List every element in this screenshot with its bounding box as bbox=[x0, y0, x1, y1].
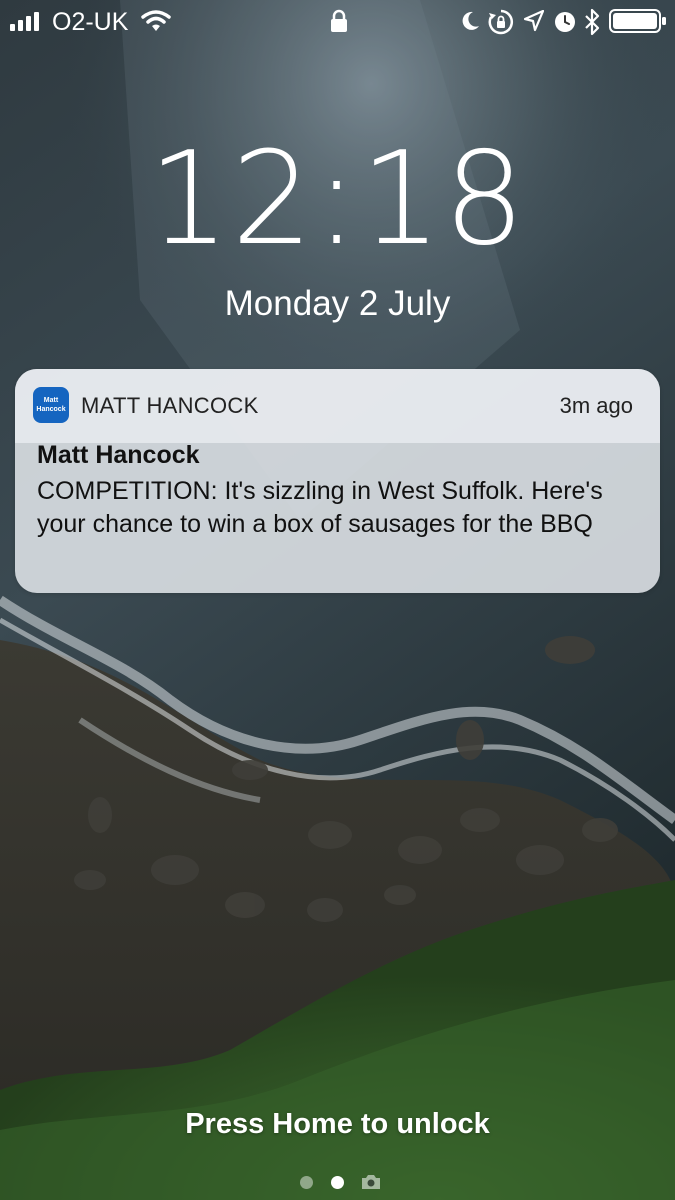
app-icon-text-line1: Matt bbox=[43, 397, 59, 404]
clock-time: 12:18 bbox=[148, 125, 527, 274]
status-bar: O2-UK bbox=[0, 0, 675, 44]
app-icon-text-line2: Hancock bbox=[36, 406, 66, 413]
notification-card[interactable]: Matt Hancock MATT HANCOCK 3m ago Matt Ha… bbox=[15, 369, 660, 593]
notification-app-name: MATT HANCOCK bbox=[81, 393, 259, 418]
carrier-name: O2-UK bbox=[52, 8, 129, 36]
moon-icon bbox=[462, 11, 479, 30]
notification-title: Matt Hancock bbox=[37, 441, 200, 469]
alarm-icon bbox=[555, 12, 575, 32]
wifi-icon bbox=[141, 10, 171, 31]
notification-body: COMPETITION: It's sizzling in West Suffo… bbox=[37, 477, 603, 538]
rotation-lock-icon bbox=[488, 9, 514, 35]
lock-icon bbox=[331, 9, 347, 32]
clock-date: Monday 2 July bbox=[224, 284, 451, 323]
notification-time: 3m ago bbox=[559, 393, 633, 418]
battery-icon bbox=[609, 9, 666, 33]
page-indicator[interactable] bbox=[0, 1173, 675, 1191]
unlock-hint: Press Home to unlock bbox=[185, 1108, 490, 1140]
bluetooth-icon bbox=[585, 8, 600, 36]
signal-icon bbox=[10, 12, 39, 31]
lock-screen: O2-UK 12:18 Monday 2 July Matt Hancock M… bbox=[0, 0, 675, 1200]
page-dot[interactable] bbox=[300, 1176, 313, 1189]
location-icon bbox=[524, 10, 544, 32]
page-dot-active[interactable] bbox=[331, 1176, 344, 1189]
app-icon: Matt Hancock bbox=[33, 387, 69, 423]
camera-icon[interactable] bbox=[360, 1173, 382, 1191]
notification-header: Matt Hancock MATT HANCOCK 3m ago bbox=[15, 369, 660, 443]
